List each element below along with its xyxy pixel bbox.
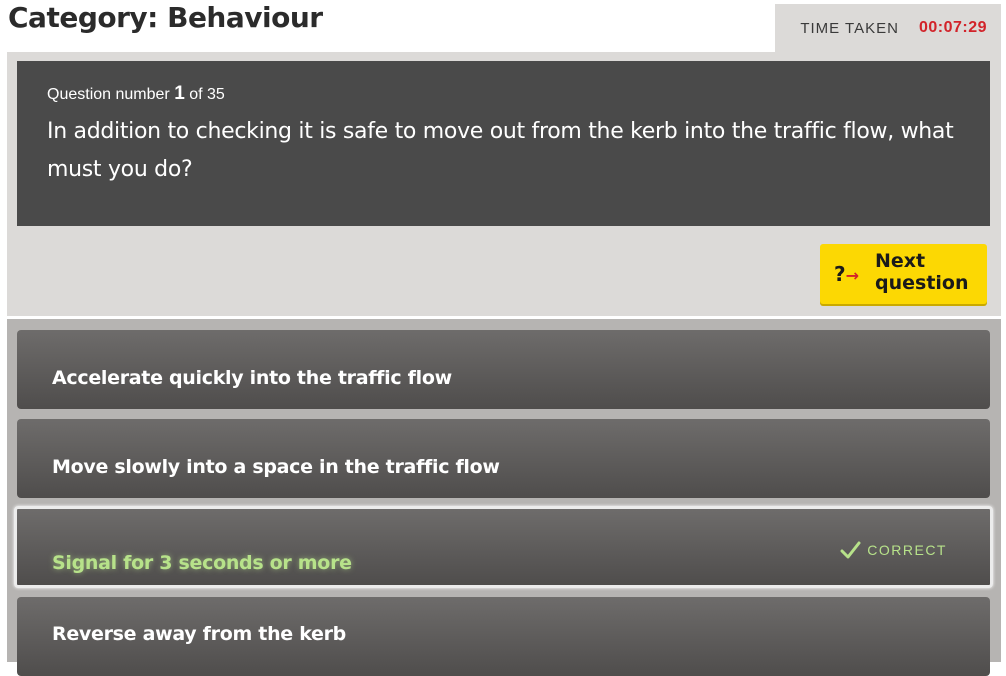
correct-badge: CORRECT (839, 539, 947, 561)
question-number-total: of 35 (189, 86, 225, 103)
answer-label: Signal for 3 seconds or more (52, 552, 352, 574)
header: Category: Behaviour TIME TAKEN 00:07:29 (0, 0, 1006, 52)
answer-option-4[interactable]: Reverse away from the kerb (17, 597, 990, 676)
question-number: Question number 1 of 35 (47, 83, 225, 105)
correct-label: CORRECT (867, 542, 947, 558)
next-question-icon: ?→ (834, 262, 860, 286)
answers-list: Accelerate quickly into the traffic flow… (7, 319, 1001, 676)
answer-option-3[interactable]: Signal for 3 seconds or more CORRECT (14, 506, 993, 588)
answer-label: Move slowly into a space in the traffic … (52, 456, 500, 478)
answer-option-2[interactable]: Move slowly into a space in the traffic … (17, 419, 990, 498)
page-title: Category: Behaviour (8, 1, 323, 34)
answer-option-1[interactable]: Accelerate quickly into the traffic flow (17, 330, 990, 409)
question-number-value: 1 (174, 83, 185, 104)
answer-label: Accelerate quickly into the traffic flow (52, 367, 452, 389)
question-number-prefix: Question number (47, 86, 170, 103)
answer-label: Reverse away from the kerb (52, 623, 346, 645)
check-icon (840, 541, 861, 559)
question-text: In addition to checking it is safe to mo… (47, 119, 954, 182)
question-area: Question number 1 of 35 In addition to c… (7, 52, 1001, 316)
question-panel: Question number 1 of 35 In addition to c… (17, 61, 990, 226)
timer-box: TIME TAKEN 00:07:29 (775, 4, 1001, 52)
timer-value: 00:07:29 (918, 19, 987, 36)
timer-label: TIME TAKEN (800, 19, 899, 37)
next-question-label: Next question (875, 250, 969, 294)
next-question-button[interactable]: ?→ Next question (820, 244, 987, 304)
